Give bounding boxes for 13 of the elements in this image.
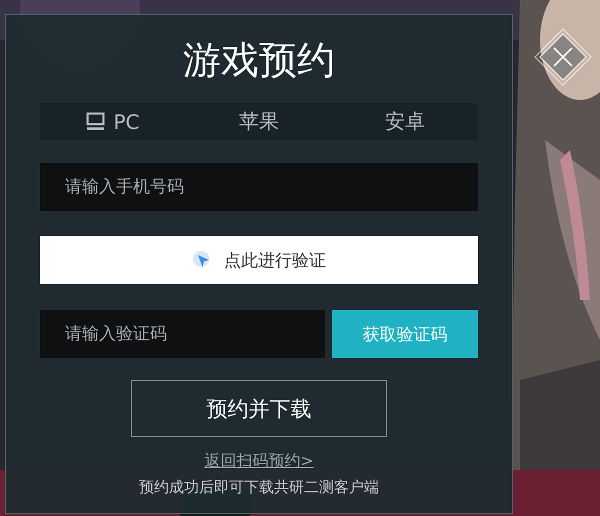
note-text: 预约成功后即可下载共研二测客户端 (139, 478, 379, 497)
platform-tab[interactable]: PC (82, 110, 144, 134)
code-field[interactable]: 请输入验证码 (40, 310, 325, 358)
platform-tab[interactable]: 安卓 (381, 108, 429, 135)
phone-field[interactable]: 请输入手机号码 (40, 163, 478, 211)
monitor-icon (86, 112, 106, 131)
close-icon[interactable] (534, 28, 592, 86)
back-link[interactable]: 返回扫码预约> (204, 451, 314, 472)
platform-tab[interactable]: 苹果 (235, 108, 283, 135)
cursor-icon (192, 250, 212, 270)
dialog-title: 游戏预约 (183, 37, 335, 84)
submit-button[interactable]: 预约并下载 (131, 380, 387, 437)
verify-button[interactable]: 点此进行验证 (40, 236, 478, 284)
